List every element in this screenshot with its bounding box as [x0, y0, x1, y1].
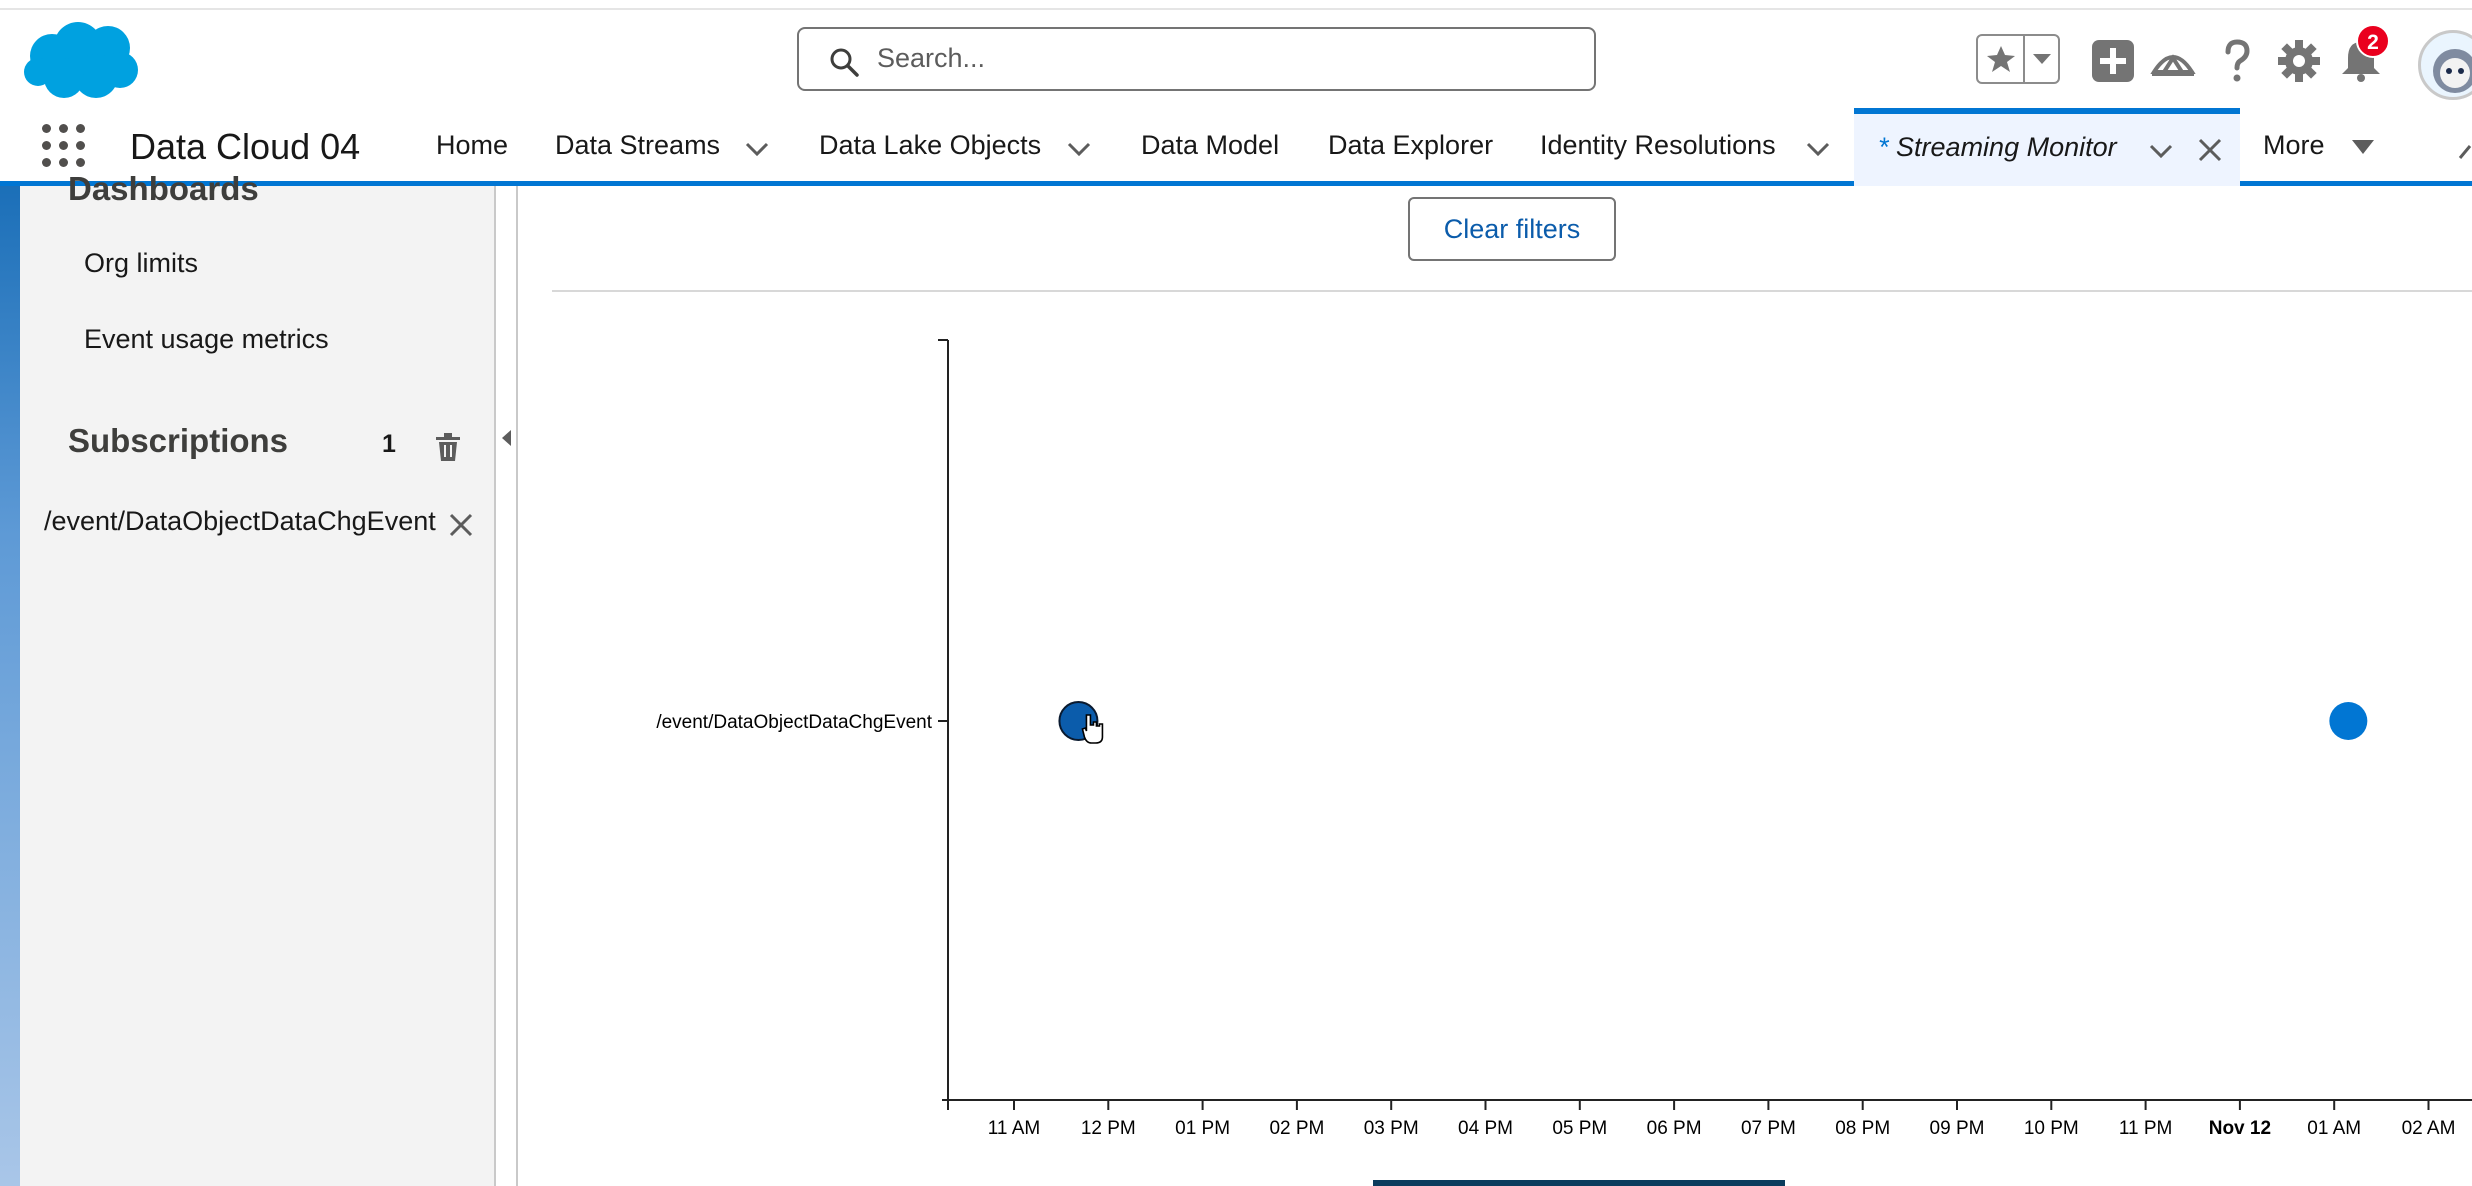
global-search[interactable]: Search...: [797, 27, 1596, 91]
panel-splitter[interactable]: [496, 186, 518, 1186]
y-tick-label: /event/DataObjectDataChgEvent: [656, 712, 932, 733]
x-tick-label: 02 AM: [2402, 1118, 2456, 1139]
nav-item-home[interactable]: Home: [436, 130, 508, 161]
x-tick-label: 12 PM: [1081, 1118, 1136, 1139]
search-placeholder: Search...: [877, 43, 986, 73]
trash-icon[interactable]: [434, 432, 462, 462]
close-icon[interactable]: [2196, 136, 2224, 164]
nav-item-data-lake-objects[interactable]: Data Lake Objects: [819, 130, 1041, 161]
gear-icon[interactable]: [2276, 38, 2322, 84]
collapse-left-icon[interactable]: [502, 430, 511, 446]
x-tick-label: 11 AM: [988, 1118, 1040, 1139]
event-timeline-chart: /event/DataObjectDataChgEvent 11 AM 12 PM 0…: [656, 339, 2472, 1139]
x-tick-label: 07 PM: [1741, 1118, 1796, 1139]
chevron-down-icon[interactable]: [1803, 134, 1833, 164]
trailhead-icon[interactable]: [2150, 38, 2196, 84]
help-icon[interactable]: [2214, 38, 2260, 84]
x-tick-label: 08 PM: [1835, 1118, 1890, 1139]
caret-down-icon[interactable]: [2350, 136, 2376, 158]
streaming-monitor-sidebar: Dashboards Org limits Event usage metric…: [20, 170, 496, 1186]
close-icon[interactable]: [446, 510, 476, 540]
chevron-down-icon[interactable]: [1064, 134, 1094, 164]
salesforce-cloud-logo[interactable]: [22, 18, 140, 104]
app-nav-bar: Data Cloud 04 Home Data Streams Data Lak…: [0, 108, 2472, 186]
scroll-indicator[interactable]: [1373, 1180, 1785, 1186]
tab-label: * Streaming Monitor: [1878, 132, 2117, 163]
tab-streaming-monitor[interactable]: * Streaming Monitor: [1854, 108, 2240, 186]
nav-item-data-streams[interactable]: Data Streams: [555, 130, 720, 161]
background-edge: [0, 186, 20, 1186]
nav-item-identity-resolutions[interactable]: Identity Resolutions: [1540, 130, 1776, 161]
notification-count-badge: 2: [2356, 24, 2390, 58]
app-launcher-icon[interactable]: [42, 124, 86, 168]
divider: [2023, 36, 2025, 82]
main-content: Clear filters /event/DataObjectDataChgEv…: [518, 186, 2472, 1186]
event-point: [2329, 702, 2368, 740]
edit-nav-icon[interactable]: [2456, 140, 2472, 162]
x-tick-label: 02 PM: [1269, 1118, 1324, 1139]
chevron-down-icon[interactable]: [2146, 136, 2176, 166]
browser-top-strip: [0, 0, 2472, 10]
global-header: Search... 2: [0, 10, 2472, 110]
app-name: Data Cloud 04: [130, 126, 361, 167]
plus-icon[interactable]: [2090, 38, 2136, 84]
x-tick-label: 03 PM: [1364, 1118, 1419, 1139]
avatar[interactable]: [2418, 30, 2472, 100]
nav-item-more[interactable]: More: [2263, 130, 2325, 161]
star-icon[interactable]: [1986, 44, 2016, 74]
x-tick-label: 05 PM: [1552, 1118, 1607, 1139]
unsaved-marker: *: [1878, 132, 1889, 162]
nav-item-data-explorer[interactable]: Data Explorer: [1328, 130, 1493, 161]
x-tick-label: 01 AM: [2307, 1118, 2361, 1139]
tab-title: Streaming Monitor: [1896, 132, 2117, 162]
subscriptions-heading: Subscriptions: [68, 422, 289, 459]
x-tick-label: Nov 12: [2209, 1118, 2271, 1139]
x-tick-label: 10 PM: [2024, 1118, 2079, 1139]
chevron-down-icon[interactable]: [742, 134, 772, 164]
x-tick-label: 04 PM: [1458, 1118, 1513, 1139]
x-tick-label: 11 PM: [2119, 1118, 2173, 1139]
nav-item-data-model[interactable]: Data Model: [1141, 130, 1279, 161]
section-heading-dashboards: Dashboards: [68, 170, 259, 207]
search-icon: [830, 48, 859, 77]
sidebar-link-org-limits[interactable]: Org limits: [84, 248, 198, 279]
x-tick-label: 09 PM: [1930, 1118, 1985, 1139]
sidebar-link-event-usage-metrics[interactable]: Event usage metrics: [84, 324, 329, 355]
x-tick-label: 06 PM: [1647, 1118, 1702, 1139]
caret-down-icon[interactable]: [2030, 50, 2054, 68]
astro-avatar-icon: [2433, 49, 2472, 93]
favorites-group: [1976, 34, 2060, 84]
x-tick-label: 01 PM: [1175, 1118, 1230, 1139]
subscriptions-count: 1: [382, 430, 396, 458]
subscription-item[interactable]: /event/DataObjectDataChgEvent: [44, 506, 436, 537]
